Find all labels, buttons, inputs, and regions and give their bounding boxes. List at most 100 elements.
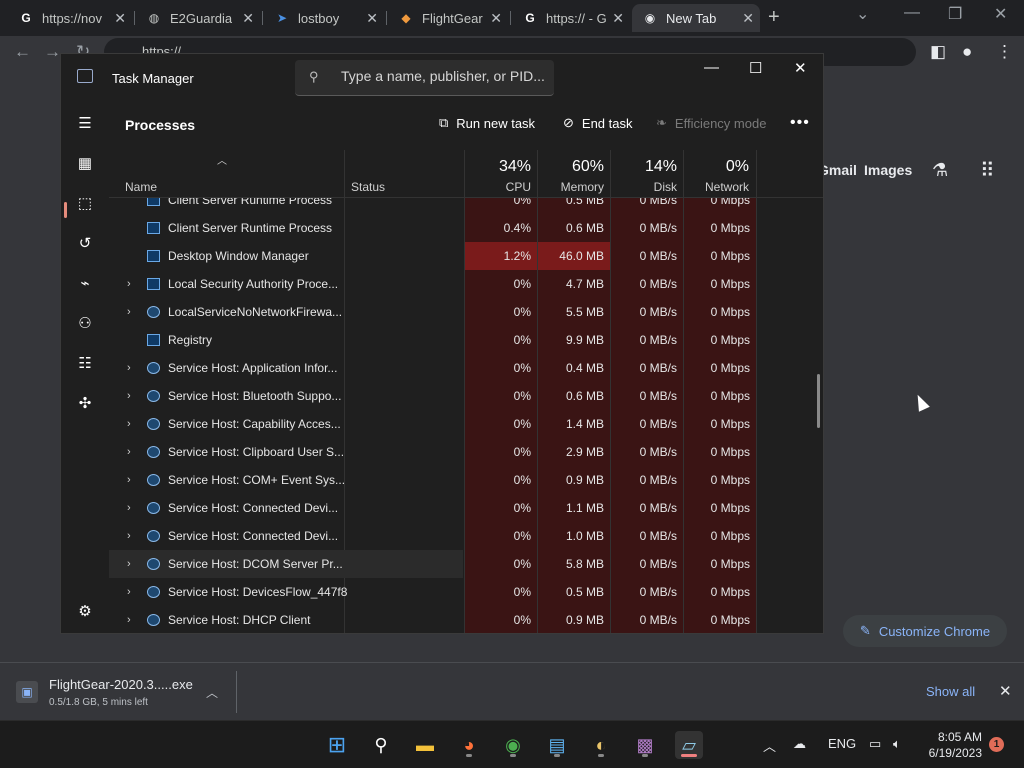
details-nav-icon[interactable]: ☷ [75, 354, 95, 374]
cpu-total[interactable]: 34% [463, 158, 531, 176]
maximize-icon[interactable]: ☐ [749, 59, 762, 77]
labs-icon[interactable]: ⚗ [932, 160, 948, 181]
chevron-up-icon[interactable]: ︿ [206, 684, 218, 701]
process-row[interactable]: › Service Host: Bluetooth Suppo... 0% 0.6 M… [109, 382, 823, 410]
notification-badge[interactable]: 1 [989, 737, 1004, 752]
expand-chevron-icon[interactable]: › [127, 438, 131, 466]
search-box[interactable]: ⚲ [295, 60, 554, 96]
services-nav-icon[interactable]: ✣ [75, 394, 95, 414]
notepad-icon[interactable]: ▤ [543, 731, 571, 759]
efficiency-mode-button[interactable]: ❧ Efficiency mode [656, 115, 766, 131]
close-tab-icon[interactable]: ✕ [742, 10, 754, 27]
status-column-header[interactable]: Status [351, 180, 385, 194]
close-tab-icon[interactable]: ✕ [114, 10, 126, 27]
close-download-bar-icon[interactable]: ✕ [999, 682, 1012, 700]
close-tab-icon[interactable]: ✕ [490, 10, 502, 27]
file-explorer-icon[interactable]: ▬ [411, 731, 439, 759]
apps-grid-icon[interactable]: ⠿ [980, 158, 995, 183]
expand-chevron-icon[interactable]: › [127, 354, 131, 382]
name-column-header[interactable]: Name [125, 180, 157, 194]
process-row[interactable]: Client Server Runtime Process 0.4% 0.6 MB 0… [109, 214, 823, 242]
expand-chevron-icon[interactable]: › [127, 550, 131, 578]
process-row[interactable]: › Service Host: DCOM Server Pr... 0% 5.8 MB… [109, 550, 823, 578]
cpu-column-header[interactable]: CPU [463, 180, 531, 194]
language-indicator[interactable]: ENG [828, 736, 856, 751]
process-row[interactable]: › Service Host: Capability Acces... 0% 1.4 … [109, 410, 823, 438]
customize-chrome-button[interactable]: ✎ Customize Chrome [843, 615, 1007, 647]
browser-tab[interactable]: G https://nov ✕ [8, 4, 132, 32]
minimize-icon[interactable]: — [704, 59, 719, 76]
tab-search-icon[interactable]: ⌄ [856, 4, 869, 24]
memory-column-header[interactable]: Memory [537, 180, 604, 194]
process-row[interactable]: › LocalServiceNoNetworkFirewa... 0% 5.5 MB 0… [109, 298, 823, 326]
process-row[interactable]: Desktop Window Manager 1.2% 46.0 MB 0 MB/s 0… [109, 242, 823, 270]
network-column-header[interactable]: Network [683, 180, 749, 194]
onedrive-icon[interactable]: ☁ [793, 736, 806, 752]
process-row[interactable]: › Service Host: DHCP Client 0% 0.9 MB 0 MB/s… [109, 606, 823, 633]
process-row[interactable]: › Local Security Authority Proce... 0% 4.7 … [109, 270, 823, 298]
expand-chevron-icon[interactable]: › [127, 298, 131, 326]
task-manager-taskbar-icon[interactable]: ▱ [675, 731, 703, 759]
back-icon[interactable]: ← [14, 42, 31, 62]
process-row[interactable]: › Service Host: Connected Devi... 0% 1.0 MB… [109, 522, 823, 550]
app-history-nav-icon[interactable]: ↺ [75, 234, 95, 254]
processes-nav-icon[interactable]: ▦ [75, 154, 95, 174]
expand-chevron-icon[interactable]: › [127, 466, 131, 494]
chrome-taskbar-icon[interactable]: ◉ [499, 731, 527, 759]
search-icon[interactable]: ⚲ [367, 731, 395, 759]
restore-icon[interactable]: ❐ [948, 4, 962, 24]
expand-chevron-icon[interactable]: › [127, 382, 131, 410]
process-row[interactable]: Client Server Runtime Process 0% 0.5 MB 0 M… [109, 198, 823, 214]
browser-tab[interactable]: ◆ FlightGear ✕ [388, 4, 508, 32]
expand-chevron-icon[interactable]: › [127, 606, 131, 633]
expand-chevron-icon[interactable]: › [127, 410, 131, 438]
process-row[interactable]: › Service Host: Clipboard User S... 0% 2.9 … [109, 438, 823, 466]
close-icon[interactable]: ✕ [794, 59, 807, 77]
process-row[interactable]: Registry 0% 9.9 MB 0 MB/s 0 Mbps [109, 326, 823, 354]
download-filename[interactable]: FlightGear-2020.3.....exe [49, 677, 193, 692]
flightgear-taskbar-icon[interactable]: ◐ [587, 731, 615, 759]
process-row[interactable]: › Service Host: COM+ Event Sys... 0% 0.9 MB… [109, 466, 823, 494]
scrollbar-thumb[interactable] [817, 374, 820, 428]
expand-chevron-icon[interactable]: › [127, 578, 131, 606]
startup-apps-nav-icon[interactable]: ⌁ [75, 274, 95, 294]
process-row[interactable]: › Service Host: DevicesFlow_447f8 0% 0.5 MB… [109, 578, 823, 606]
expand-chevron-icon[interactable]: › [127, 522, 131, 550]
performance-nav-icon[interactable]: ⬚ [75, 194, 95, 214]
side-panel-icon[interactable]: ◧ [930, 42, 946, 62]
minimize-icon[interactable]: — [904, 4, 920, 22]
chevron-up-icon[interactable]: ︿ [763, 736, 776, 755]
volume-icon[interactable]: 🔈︎ [893, 736, 901, 752]
process-row[interactable]: › Service Host: Application Infor... 0% 0.4… [109, 354, 823, 382]
browser-tab[interactable]: ◍ E2Guardian ✕ [136, 4, 260, 32]
close-icon[interactable]: ✕ [994, 4, 1007, 24]
close-tab-icon[interactable]: ✕ [366, 10, 378, 27]
show-all-link[interactable]: Show all [926, 684, 975, 699]
users-nav-icon[interactable]: ⚇ [75, 314, 95, 334]
close-tab-icon[interactable]: ✕ [242, 10, 254, 27]
browser-tab[interactable]: ➤ lostboy ✕ [264, 4, 384, 32]
network-icon[interactable]: ▭ [869, 736, 881, 752]
hamburger-menu-icon[interactable]: ☰ [75, 114, 95, 134]
process-row[interactable]: › Service Host: Connected Devi... 0% 1.1 MB… [109, 494, 823, 522]
windows-start-icon[interactable]: ⊞ [323, 731, 351, 759]
browser-tab[interactable]: G https:// - G ✕ [512, 4, 630, 32]
forward-icon[interactable]: → [44, 42, 61, 62]
disk-total[interactable]: 14% [610, 158, 677, 176]
expand-chevron-icon[interactable]: › [127, 270, 131, 298]
network-total[interactable]: 0% [683, 158, 749, 176]
browser-tab-active[interactable]: ◉ New Tab ✕ [632, 4, 760, 32]
more-options-icon[interactable]: ••• [790, 114, 810, 132]
memory-total[interactable]: 60% [537, 158, 604, 176]
profile-icon[interactable]: ● [962, 42, 972, 62]
settings-gear-icon[interactable]: ⚙ [75, 602, 95, 622]
clock[interactable]: 8:05 AM 6/19/2023 [922, 729, 982, 761]
menu-icon[interactable]: ⋮ [996, 42, 1013, 62]
close-tab-icon[interactable]: ✕ [612, 10, 624, 27]
disk-column-header[interactable]: Disk [610, 180, 677, 194]
images-link[interactable]: Images [864, 162, 912, 178]
expand-chevron-icon[interactable]: › [127, 494, 131, 522]
run-new-task-button[interactable]: ⧉ Run new task [439, 115, 535, 131]
new-tab-icon[interactable]: + [768, 6, 780, 29]
app-icon[interactable]: ▩ [631, 731, 659, 759]
